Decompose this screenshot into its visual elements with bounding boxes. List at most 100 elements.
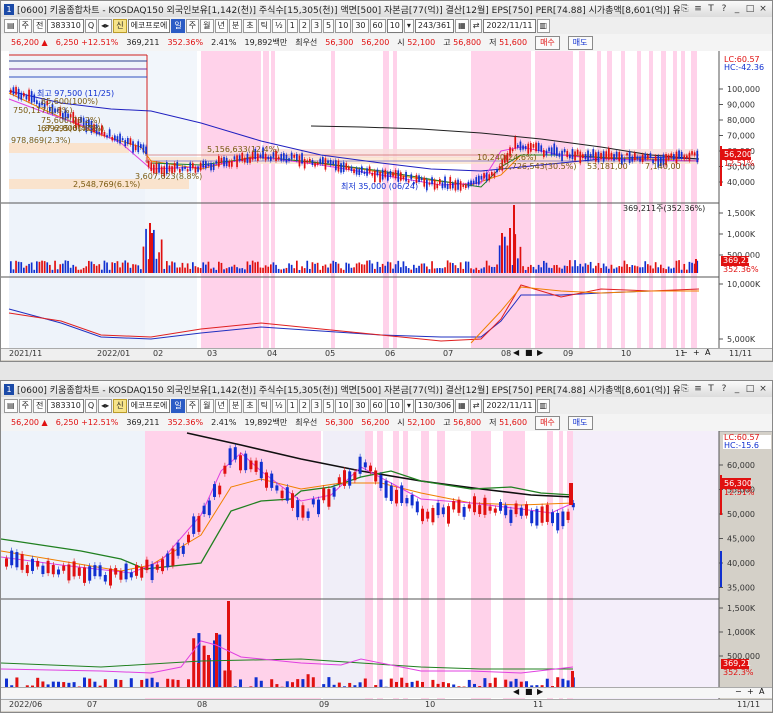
interval-30[interactable]: 30: [352, 398, 369, 413]
menu-icon[interactable]: ▤: [4, 18, 18, 33]
interval-60[interactable]: 60: [369, 398, 386, 413]
pin-icon[interactable]: T: [706, 384, 716, 394]
zoom-out-icon[interactable]: −: [681, 348, 688, 357]
calendar-icon[interactable]: ▥: [536, 18, 551, 33]
interval-5[interactable]: 5: [323, 398, 335, 413]
date-input[interactable]: 2022/11/11: [483, 398, 536, 413]
period-day[interactable]: 일: [171, 398, 185, 413]
volume-bar: [558, 267, 561, 273]
settings-icon[interactable]: ≡: [693, 384, 703, 394]
interval-1[interactable]: 1: [286, 398, 298, 413]
period-month[interactable]: 월: [200, 398, 214, 413]
scroll-left-icon[interactable]: ◀: [513, 348, 519, 357]
scroll-right-icon[interactable]: ▶: [537, 348, 543, 357]
sell-button[interactable]: 매도: [567, 35, 593, 50]
window-titlebar[interactable]: 1 [0600] 키움종합차트 - KOSDAQ150 외국인보유[1,142(…: [1, 1, 772, 18]
volume-bar: [675, 260, 678, 273]
interval-custom-input[interactable]: 10: [386, 398, 403, 413]
volume-spike: [509, 228, 511, 273]
interval-3[interactable]: 3: [310, 18, 323, 33]
sell-button[interactable]: 매도: [567, 415, 593, 430]
minimize-icon[interactable]: _: [732, 4, 742, 14]
search-icon[interactable]: Q: [84, 18, 98, 33]
settings-icon[interactable]: ≡: [693, 4, 703, 14]
scroll-stop-icon[interactable]: ■: [525, 687, 533, 696]
pin-icon[interactable]: T: [706, 4, 716, 14]
prev-next-icon[interactable]: ◂▸: [98, 18, 113, 33]
reset-zoom-icon[interactable]: A: [705, 348, 710, 357]
stock-code-input[interactable]: 383310: [47, 398, 84, 413]
close-icon[interactable]: ×: [758, 384, 768, 394]
scroll-bar-bottom[interactable]: ◀ ■ ▶ − + A: [1, 687, 772, 698]
interval-2[interactable]: 2: [298, 18, 310, 33]
zoom-in-icon[interactable]: +: [693, 348, 700, 357]
period-day[interactable]: 일: [171, 18, 185, 33]
price-chart-top[interactable]: 최고 97,500 (11/25) 85,600(100%) 750,117(1…: [1, 51, 772, 348]
count-field[interactable]: 130/306: [414, 398, 455, 413]
minimize-icon[interactable]: _: [732, 384, 742, 394]
interval-10[interactable]: 10: [335, 18, 352, 33]
lookup-icon[interactable]: ▦: [455, 398, 469, 413]
scroll-right-icon[interactable]: ▶: [537, 687, 543, 696]
date-input[interactable]: 2022/11/11: [483, 18, 536, 33]
dropdown-icon[interactable]: ▾: [403, 398, 414, 413]
close-icon[interactable]: ×: [758, 4, 768, 14]
interval-1[interactable]: 1: [286, 18, 298, 33]
interval-30[interactable]: 30: [352, 18, 369, 33]
main-mode-select[interactable]: 주: [18, 398, 32, 413]
volume-bar: [194, 266, 197, 273]
interval-2[interactable]: 2: [298, 398, 310, 413]
period-month[interactable]: 월: [200, 18, 214, 33]
buy-button[interactable]: 매수: [535, 35, 560, 50]
interval-10[interactable]: 10: [335, 398, 352, 413]
stock-code-input[interactable]: 383310: [47, 18, 84, 33]
zoom-out-icon[interactable]: −: [735, 687, 742, 696]
scroll-stop-icon[interactable]: ■: [525, 348, 533, 357]
prev-next-icon[interactable]: ◂▸: [98, 398, 113, 413]
help-icon[interactable]: ?: [719, 4, 729, 14]
all-select[interactable]: 전: [32, 398, 47, 413]
zoom-in-icon[interactable]: +: [747, 687, 754, 696]
candle-body: [540, 145, 543, 152]
link-icon[interactable]: ⎘: [680, 384, 690, 394]
maximize-icon[interactable]: □: [745, 4, 755, 14]
buy-button[interactable]: 매수: [535, 415, 560, 430]
count-field[interactable]: 243/361: [414, 18, 455, 33]
main-mode-select[interactable]: 주: [18, 18, 32, 33]
period-second[interactable]: 초: [243, 398, 257, 413]
period-week[interactable]: 주: [185, 18, 200, 33]
period-minute[interactable]: 분: [228, 398, 243, 413]
dropdown-icon[interactable]: ▾: [403, 18, 414, 33]
interval-half[interactable]: ½: [272, 398, 286, 413]
lookup-icon[interactable]: ▦: [455, 18, 469, 33]
period-year[interactable]: 년: [214, 398, 228, 413]
candle-body: [626, 153, 628, 156]
interval-5[interactable]: 5: [323, 18, 335, 33]
sync-icon[interactable]: ⇄: [469, 18, 483, 33]
interval-half[interactable]: ½: [272, 18, 286, 33]
volume-bar: [160, 239, 163, 273]
calendar-icon[interactable]: ▥: [536, 398, 551, 413]
scroll-left-icon[interactable]: ◀: [513, 687, 519, 696]
price-chart-bottom[interactable]: 60,00055,00050,00045,00040,00035,0001,50…: [1, 431, 772, 699]
all-select[interactable]: 전: [32, 18, 47, 33]
interval-60[interactable]: 60: [369, 18, 386, 33]
volume-bar: [218, 261, 220, 273]
interval-custom-input[interactable]: 10: [386, 18, 403, 33]
period-week[interactable]: 주: [185, 398, 200, 413]
maximize-icon[interactable]: □: [745, 384, 755, 394]
volume-bar: [288, 263, 290, 273]
reset-zoom-icon[interactable]: A: [759, 687, 764, 696]
period-minute[interactable]: 분: [228, 18, 243, 33]
search-icon[interactable]: Q: [84, 398, 98, 413]
help-icon[interactable]: ?: [719, 384, 729, 394]
sync-icon[interactable]: ⇄: [469, 398, 483, 413]
period-year[interactable]: 년: [214, 18, 228, 33]
period-tick[interactable]: 틱: [257, 18, 271, 33]
link-icon[interactable]: ⎘: [680, 4, 690, 14]
interval-3[interactable]: 3: [310, 398, 323, 413]
window-titlebar[interactable]: 1 [0600] 키움종합차트 - KOSDAQ150 외국인보유[1,142(…: [1, 381, 772, 398]
menu-icon[interactable]: ▤: [4, 398, 18, 413]
period-second[interactable]: 초: [243, 18, 257, 33]
period-tick[interactable]: 틱: [257, 398, 271, 413]
